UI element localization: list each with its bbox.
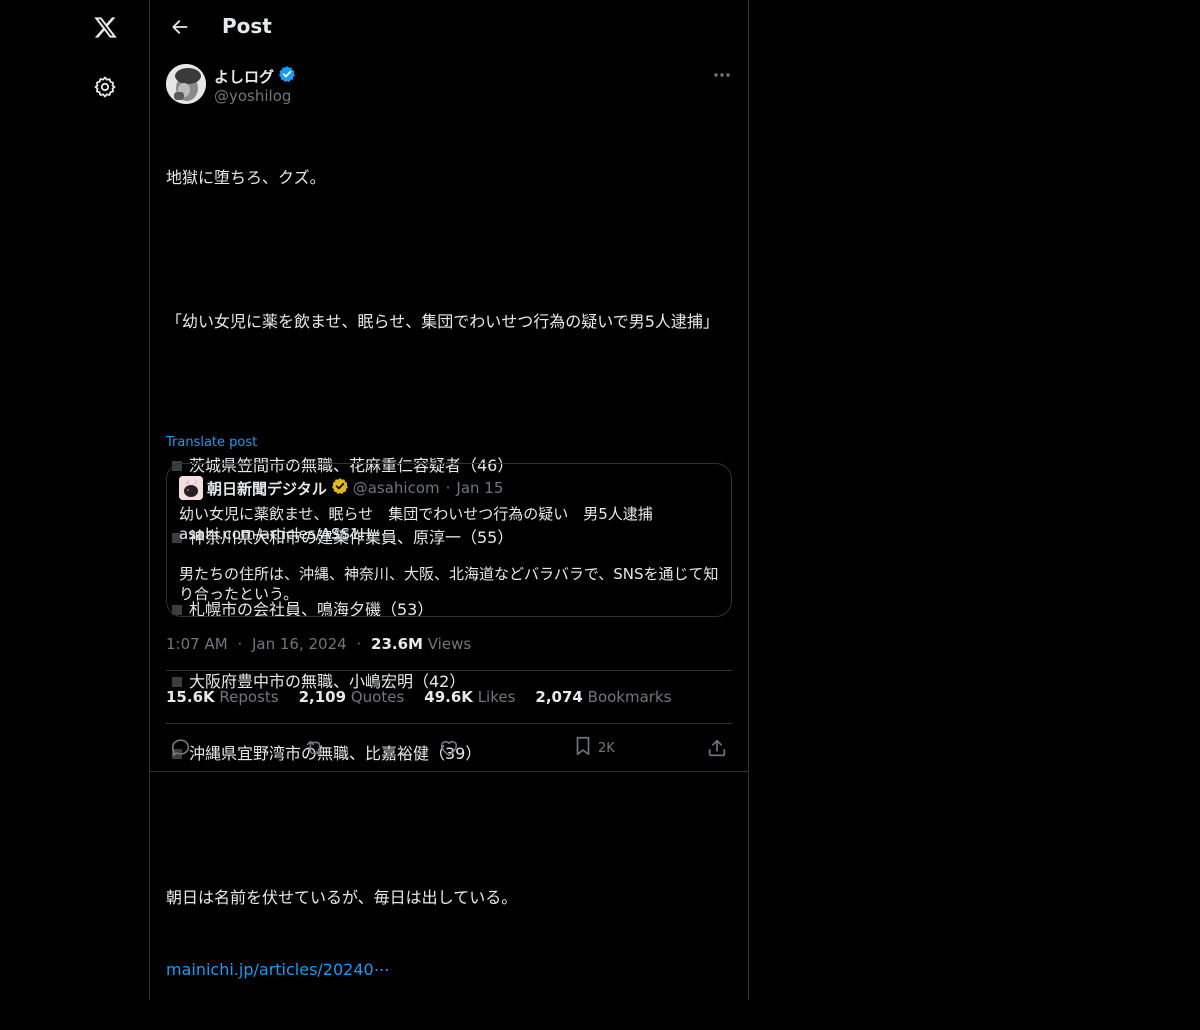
square-bullet-icon: [172, 677, 182, 687]
repost-icon[interactable]: [303, 736, 327, 760]
views-count: 23.6M: [371, 635, 423, 653]
divider: [166, 670, 732, 671]
avatar[interactable]: [166, 64, 206, 104]
post-headline: 「幼い女児に薬を飲ませ、眠らせ、集団でわいせつ行為の疑いで男5人逮捕」: [166, 312, 719, 331]
author-name[interactable]: よしログ: [214, 65, 296, 88]
author-name-text: よしログ: [214, 67, 275, 86]
post-closing: 朝日は名前を伏せているが、毎日は出している。: [166, 888, 518, 907]
engagement-stats: 15.6K Reposts 2,109 Quotes 49.6K Likes 2…: [166, 687, 671, 707]
likes-stat[interactable]: 49.6K Likes: [424, 687, 515, 707]
bookmark-icon: [572, 735, 594, 761]
bookmark-count: 2K: [598, 740, 615, 756]
bookmark-button[interactable]: 2K: [572, 736, 615, 760]
quoted-post-header: 朝日新聞デジタル @asahicom · Jan 15: [179, 476, 503, 500]
author-handle[interactable]: @yoshilog: [214, 86, 291, 106]
quoted-link: asahi.com/articles/ASS1H⋯: [179, 525, 386, 543]
quoted-post-text: 幼い女児に薬飲ませ、眠らせ 集団でわいせつ行為の疑い 男5人逮捕 asahi.c…: [179, 504, 719, 604]
bookmarks-stat[interactable]: 2,074 Bookmarks: [535, 687, 671, 707]
x-logo-icon[interactable]: [85, 7, 125, 47]
post-header: Post: [150, 0, 748, 53]
separator-dot: ·: [237, 635, 243, 653]
quoted-post[interactable]: 朝日新聞デジタル @asahicom · Jan 15 幼い女児に薬飲ませ、眠ら…: [166, 463, 732, 617]
divider: [166, 723, 732, 724]
post-link[interactable]: mainichi.jp/articles/20240⋯: [166, 960, 390, 979]
post-column: Post よしログ @yoshilog 地獄に堕ちろ、クズ。 「幼い女児に薬を飲…: [149, 0, 749, 1000]
post-date[interactable]: Jan 16, 2024: [252, 635, 347, 653]
gear-icon[interactable]: [85, 67, 125, 107]
quoted-date: Jan 15: [456, 479, 504, 497]
post-time[interactable]: 1:07 AM: [166, 635, 228, 653]
back-arrow-icon[interactable]: [162, 9, 198, 45]
post-meta: 1:07 AM · Jan 16, 2024 · 23.6M Views: [166, 634, 471, 654]
left-sidebar: [0, 0, 150, 1000]
gold-verified-badge-icon: [331, 477, 349, 499]
action-bar: 2K: [166, 736, 732, 760]
verified-badge-icon: [278, 65, 296, 88]
quoted-author-handle: @asahicom: [352, 479, 440, 497]
quotes-stat[interactable]: 2,109 Quotes: [299, 687, 405, 707]
translate-post-link[interactable]: Translate post: [166, 434, 257, 452]
reposts-stat[interactable]: 15.6K Reposts: [166, 687, 279, 707]
quoted-author-name: 朝日新聞デジタル: [207, 479, 327, 498]
separator-dot: ·: [445, 479, 451, 497]
more-options-icon[interactable]: [710, 65, 734, 85]
quoted-text-line: 男たちの住所は、沖縄、神奈川、大阪、北海道などバラバラで、SNSを通じて知り合っ…: [179, 565, 719, 603]
page-title: Post: [222, 14, 272, 38]
separator-dot: ·: [356, 635, 362, 653]
quoted-avatar: [179, 476, 203, 500]
post-text-line: 地獄に堕ちろ、クズ。: [166, 168, 326, 187]
like-heart-icon[interactable]: [438, 736, 460, 760]
quoted-text-line: 幼い女児に薬飲ませ、眠らせ 集団でわいせつ行為の疑い 男5人逮捕: [179, 505, 653, 523]
divider: [150, 771, 748, 772]
reply-icon[interactable]: [170, 736, 192, 760]
views-label: Views: [427, 635, 472, 653]
share-icon[interactable]: [706, 736, 728, 760]
